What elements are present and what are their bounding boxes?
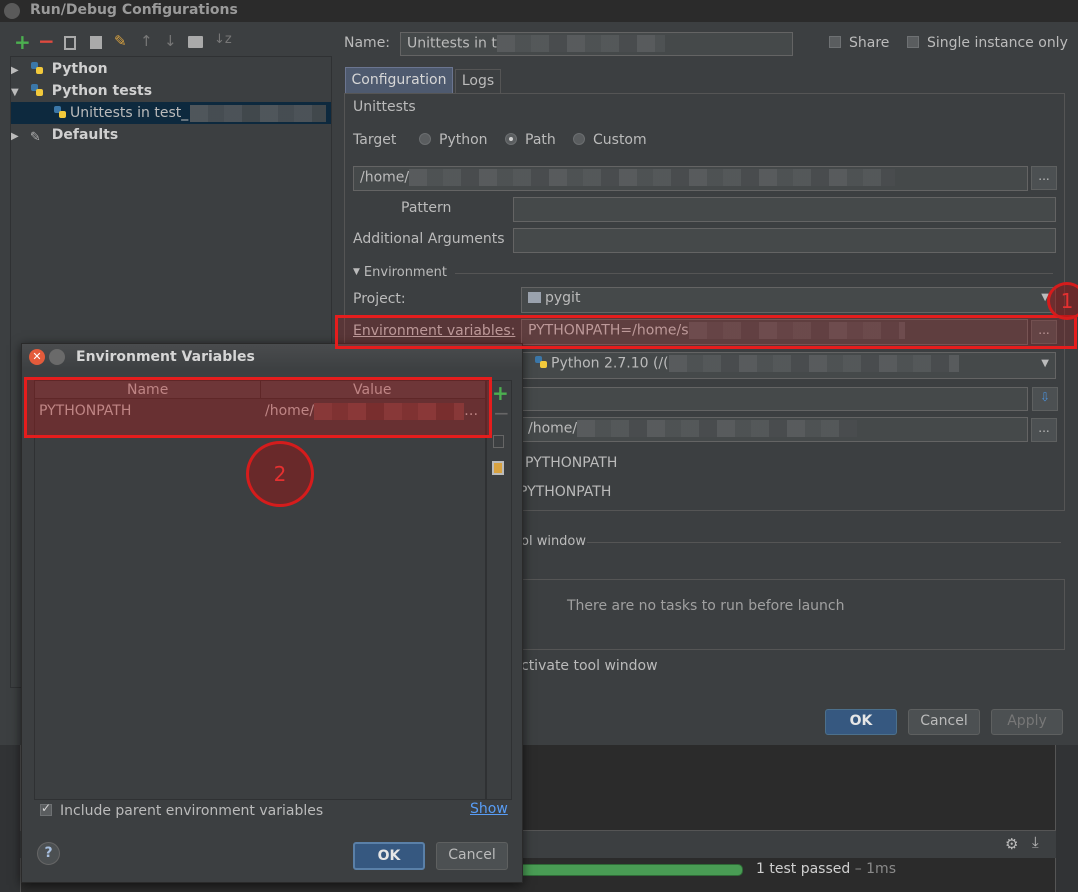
window-close-icon[interactable] xyxy=(4,3,20,19)
window-title: Run/Debug Configurations xyxy=(30,2,238,18)
path-browse-button[interactable]: ... xyxy=(1031,166,1057,190)
python-icon xyxy=(535,356,547,368)
save-icon[interactable] xyxy=(90,36,102,49)
add-icon[interactable]: + xyxy=(14,30,31,54)
move-up-icon[interactable]: ↑ xyxy=(140,32,153,50)
annotation-box-env-table xyxy=(24,377,492,438)
additional-arguments-input[interactable] xyxy=(513,228,1056,253)
cancel-button[interactable]: Cancel xyxy=(908,709,980,735)
tree-item-python-tests[interactable]: ▼ Python tests xyxy=(11,80,152,102)
minimize-icon[interactable] xyxy=(49,349,65,365)
tree-item-label: Unittests in test_ xyxy=(70,105,189,121)
name-input[interactable]: Unittests in t xyxy=(400,32,793,56)
download-icon[interactable]: ⤓ xyxy=(1032,833,1039,851)
ok-button[interactable]: OK xyxy=(825,709,897,735)
show-link[interactable]: Show xyxy=(470,801,508,817)
annotation-box-env-vars xyxy=(335,315,1077,349)
environment-section-header[interactable]: ▼ Environment xyxy=(353,265,1053,281)
radio-dot xyxy=(573,133,585,145)
test-status: 1 test passed – 1ms xyxy=(756,861,896,877)
add-source-roots-label: PYTHONPATH xyxy=(519,484,612,500)
working-directory-input[interactable]: /home/ xyxy=(521,417,1028,442)
redacted-text xyxy=(409,169,896,186)
edit-defaults-icon[interactable]: ✎ xyxy=(114,32,127,50)
remove-icon[interactable]: − xyxy=(38,29,55,53)
redacted-text xyxy=(668,355,959,372)
chevron-down-icon: ▼ xyxy=(1041,358,1049,369)
radio-dot xyxy=(505,133,517,145)
tab-configuration[interactable]: Configuration xyxy=(345,67,453,94)
tab-logs[interactable]: Logs xyxy=(455,69,501,94)
env-cancel-button[interactable]: Cancel xyxy=(436,842,508,870)
radio-dot xyxy=(419,133,431,145)
path-input[interactable]: /home/ xyxy=(353,166,1028,191)
before-launch-header: ol window xyxy=(521,534,1061,550)
interpreter-select[interactable]: Python 2.7.10 (/( ▼ xyxy=(521,352,1056,379)
working-directory-browse-button[interactable]: ... xyxy=(1031,418,1057,442)
paste-icon[interactable] xyxy=(492,461,504,475)
apply-button[interactable]: Apply xyxy=(991,709,1063,735)
left-toolbar: + − ✎ ↑ ↓ ↓z xyxy=(10,29,250,54)
tree-item-unittests[interactable]: Unittests in test_ xyxy=(11,102,331,124)
python-tests-icon xyxy=(30,83,43,96)
copy-icon[interactable] xyxy=(493,435,504,448)
collapse-icon: ▼ xyxy=(353,267,360,277)
annotation-circle-2: 2 xyxy=(246,441,314,507)
section-divider xyxy=(455,273,1053,274)
redacted-text xyxy=(190,104,327,122)
checkbox-box xyxy=(40,801,52,816)
move-down-icon[interactable]: ↓ xyxy=(164,32,177,50)
name-label: Name: xyxy=(344,35,391,51)
folder-icon[interactable] xyxy=(188,36,203,48)
pattern-input[interactable] xyxy=(513,197,1056,222)
collapse-icon[interactable]: ▼ xyxy=(11,82,25,104)
no-tasks-text: There are no tasks to run before launch xyxy=(567,598,845,614)
checkbox-box xyxy=(829,36,841,48)
env-table-toolbar: + − xyxy=(486,380,512,800)
add-content-roots-label: PYTHONPATH xyxy=(525,455,618,471)
redacted-text xyxy=(496,35,665,52)
tree-item-defaults[interactable]: ▶ ✎ Defaults xyxy=(11,124,118,146)
activate-tool-window-label: ctivate tool window xyxy=(521,658,658,674)
section-divider xyxy=(587,542,1061,543)
tree-item-label: Defaults xyxy=(51,127,119,143)
target-radio-custom[interactable]: Custom xyxy=(573,132,647,148)
redacted-text xyxy=(577,420,858,437)
target-radio-path[interactable]: Path xyxy=(505,132,556,148)
folder-icon xyxy=(528,292,541,303)
additional-arguments-label: Additional Arguments xyxy=(353,231,505,247)
dialog-title: Environment Variables xyxy=(76,349,255,365)
python-icon xyxy=(30,61,43,74)
project-select[interactable]: pygit ▼ xyxy=(521,287,1056,313)
single-instance-checkbox[interactable]: Single instance only xyxy=(907,35,1068,51)
help-button[interactable]: ? xyxy=(37,842,60,865)
config-heading: Unittests xyxy=(353,99,416,115)
tree-item-python[interactable]: ▶ Python xyxy=(11,58,108,80)
target-label: Target xyxy=(353,132,397,148)
gear-icon[interactable]: ⚙ xyxy=(1005,835,1018,853)
wrench-icon: ✎ xyxy=(29,129,41,145)
env-ok-button[interactable]: OK xyxy=(353,842,425,870)
remove-icon[interactable]: − xyxy=(493,401,510,425)
checkbox-box xyxy=(907,36,919,48)
project-label: Project: xyxy=(353,291,406,307)
sort-icon[interactable]: ↓z xyxy=(214,32,232,47)
close-icon[interactable]: ✕ xyxy=(29,349,45,365)
title-bar: Run/Debug Configurations xyxy=(0,0,1078,22)
interpreter-options-input[interactable] xyxy=(521,387,1028,411)
expand-options-button[interactable]: ⇩ xyxy=(1032,387,1058,411)
before-launch-list: There are no tasks to run before launch xyxy=(521,579,1065,650)
tree-item-label: Python tests xyxy=(51,83,153,99)
include-parent-checkbox[interactable]: Include parent environment variables xyxy=(40,801,323,819)
test-progress-bar xyxy=(505,864,743,876)
pattern-label: Pattern xyxy=(401,200,452,216)
unittest-icon xyxy=(54,105,66,118)
expand-icon[interactable]: ▶ xyxy=(11,126,25,148)
copy-icon[interactable] xyxy=(64,36,76,50)
tree-item-label: Python xyxy=(51,61,108,77)
env-table: Name Value PYTHONPATH /home/… xyxy=(34,380,486,800)
expand-icon[interactable]: ▶ xyxy=(11,60,25,82)
target-radio-python[interactable]: Python xyxy=(419,132,488,148)
share-checkbox[interactable]: Share xyxy=(829,35,889,51)
